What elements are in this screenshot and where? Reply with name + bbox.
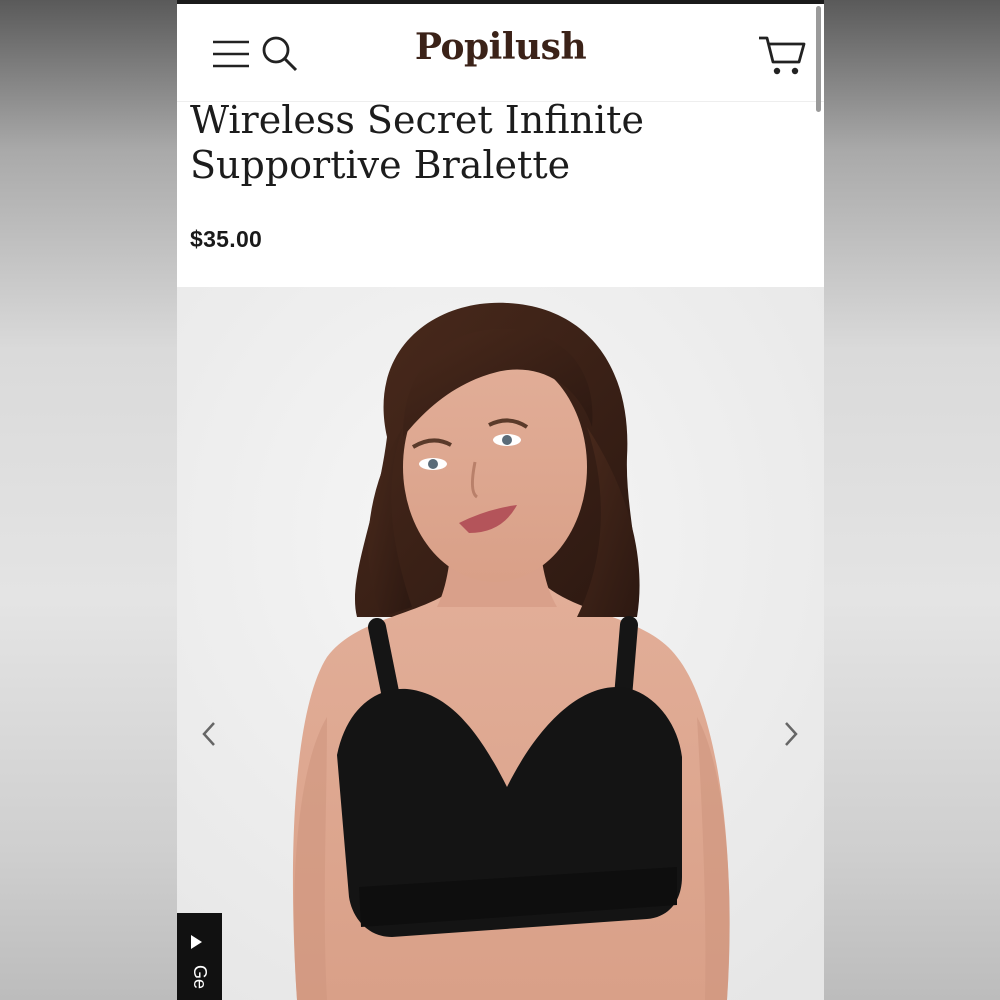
product-image	[177, 287, 824, 1000]
feedback-tab-label: Ge	[190, 965, 210, 990]
phone-screen: Popilush Wireless Secret Infinite Suppor…	[177, 0, 824, 1000]
chevron-right-icon[interactable]	[775, 719, 805, 749]
chevron-left-icon[interactable]	[195, 719, 225, 749]
scrollbar[interactable]	[816, 6, 821, 112]
feedback-tab[interactable]: Ge	[177, 913, 222, 1000]
product-title: Wireless Secret Infinite Supportive Bral…	[190, 98, 644, 187]
site-header: Popilush	[177, 4, 824, 102]
brand-logo[interactable]: Popilush	[177, 26, 824, 68]
product-price: $35.00	[190, 226, 263, 252]
letterbox-left	[0, 0, 177, 1000]
cart-icon[interactable]	[757, 32, 807, 78]
play-icon	[191, 935, 202, 949]
letterbox-right	[824, 0, 1000, 1000]
product-image-gallery[interactable]	[177, 287, 824, 1000]
